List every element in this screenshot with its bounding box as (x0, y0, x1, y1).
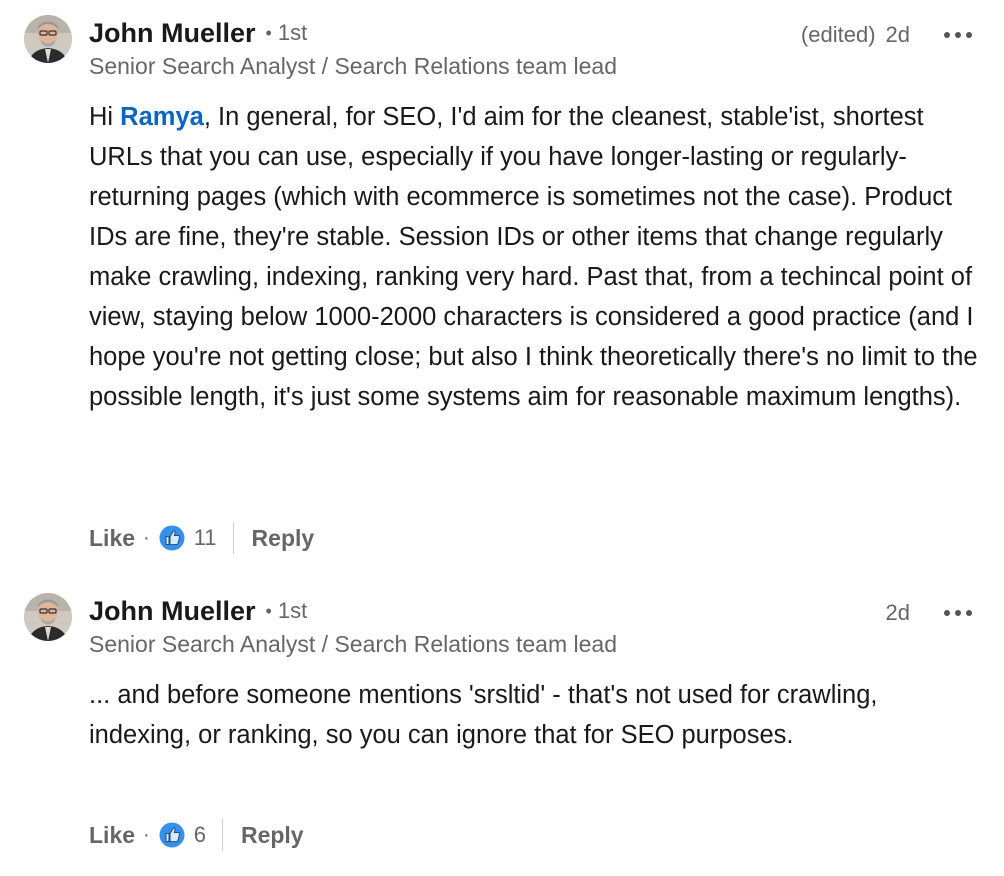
author-line: John Mueller • 1st (89, 15, 307, 51)
comment-actions: Like · 6 Reply (89, 815, 304, 855)
reaction-count[interactable]: 11 (194, 525, 217, 551)
action-separator: · (143, 823, 150, 846)
comment-meta: 2d (886, 595, 972, 631)
comment-text: Hi Ramya, In general, for SEO, I'd aim f… (89, 97, 979, 417)
author-headline: Senior Search Analyst / Search Relations… (89, 53, 618, 79)
degree-separator: • (265, 22, 272, 43)
like-reaction-icon[interactable] (158, 524, 186, 552)
reply-button[interactable]: Reply (252, 525, 315, 552)
edited-label: (edited) (800, 22, 876, 47)
mention-link[interactable]: Ramya (120, 103, 204, 131)
action-divider (232, 522, 234, 554)
connection-degree: 1st (277, 20, 308, 45)
author-headline: Senior Search Analyst / Search Relations… (89, 631, 618, 657)
avatar-image (24, 15, 72, 63)
avatar-image (24, 593, 72, 641)
like-button[interactable]: Like (89, 525, 135, 552)
author-name[interactable]: John Mueller (89, 596, 256, 627)
author-line: John Mueller • 1st (89, 593, 307, 629)
action-separator: · (143, 526, 150, 549)
action-divider (221, 819, 223, 851)
like-reaction-icon[interactable] (158, 821, 186, 849)
comment-body: , In general, for SEO, I'd aim for the c… (89, 103, 978, 411)
more-options-icon[interactable] (944, 17, 972, 53)
comment-text: ... and before someone mentions 'srsltid… (89, 681, 878, 749)
reaction-count[interactable]: 6 (194, 822, 206, 848)
avatar[interactable] (24, 593, 72, 641)
timestamp: 2d (885, 22, 910, 47)
more-options-icon[interactable] (944, 595, 972, 631)
avatar[interactable] (24, 15, 72, 63)
comment-actions: Like · 11 Reply (89, 518, 314, 558)
reply-button[interactable]: Reply (241, 822, 304, 849)
author-name[interactable]: John Mueller (89, 18, 256, 49)
like-button[interactable]: Like (89, 822, 135, 849)
degree-separator: • (265, 600, 272, 621)
timestamp: 2d (885, 600, 910, 625)
greeting: Hi (89, 103, 121, 131)
comment-meta: (edited) 2d (801, 17, 972, 53)
connection-degree: 1st (277, 598, 308, 623)
